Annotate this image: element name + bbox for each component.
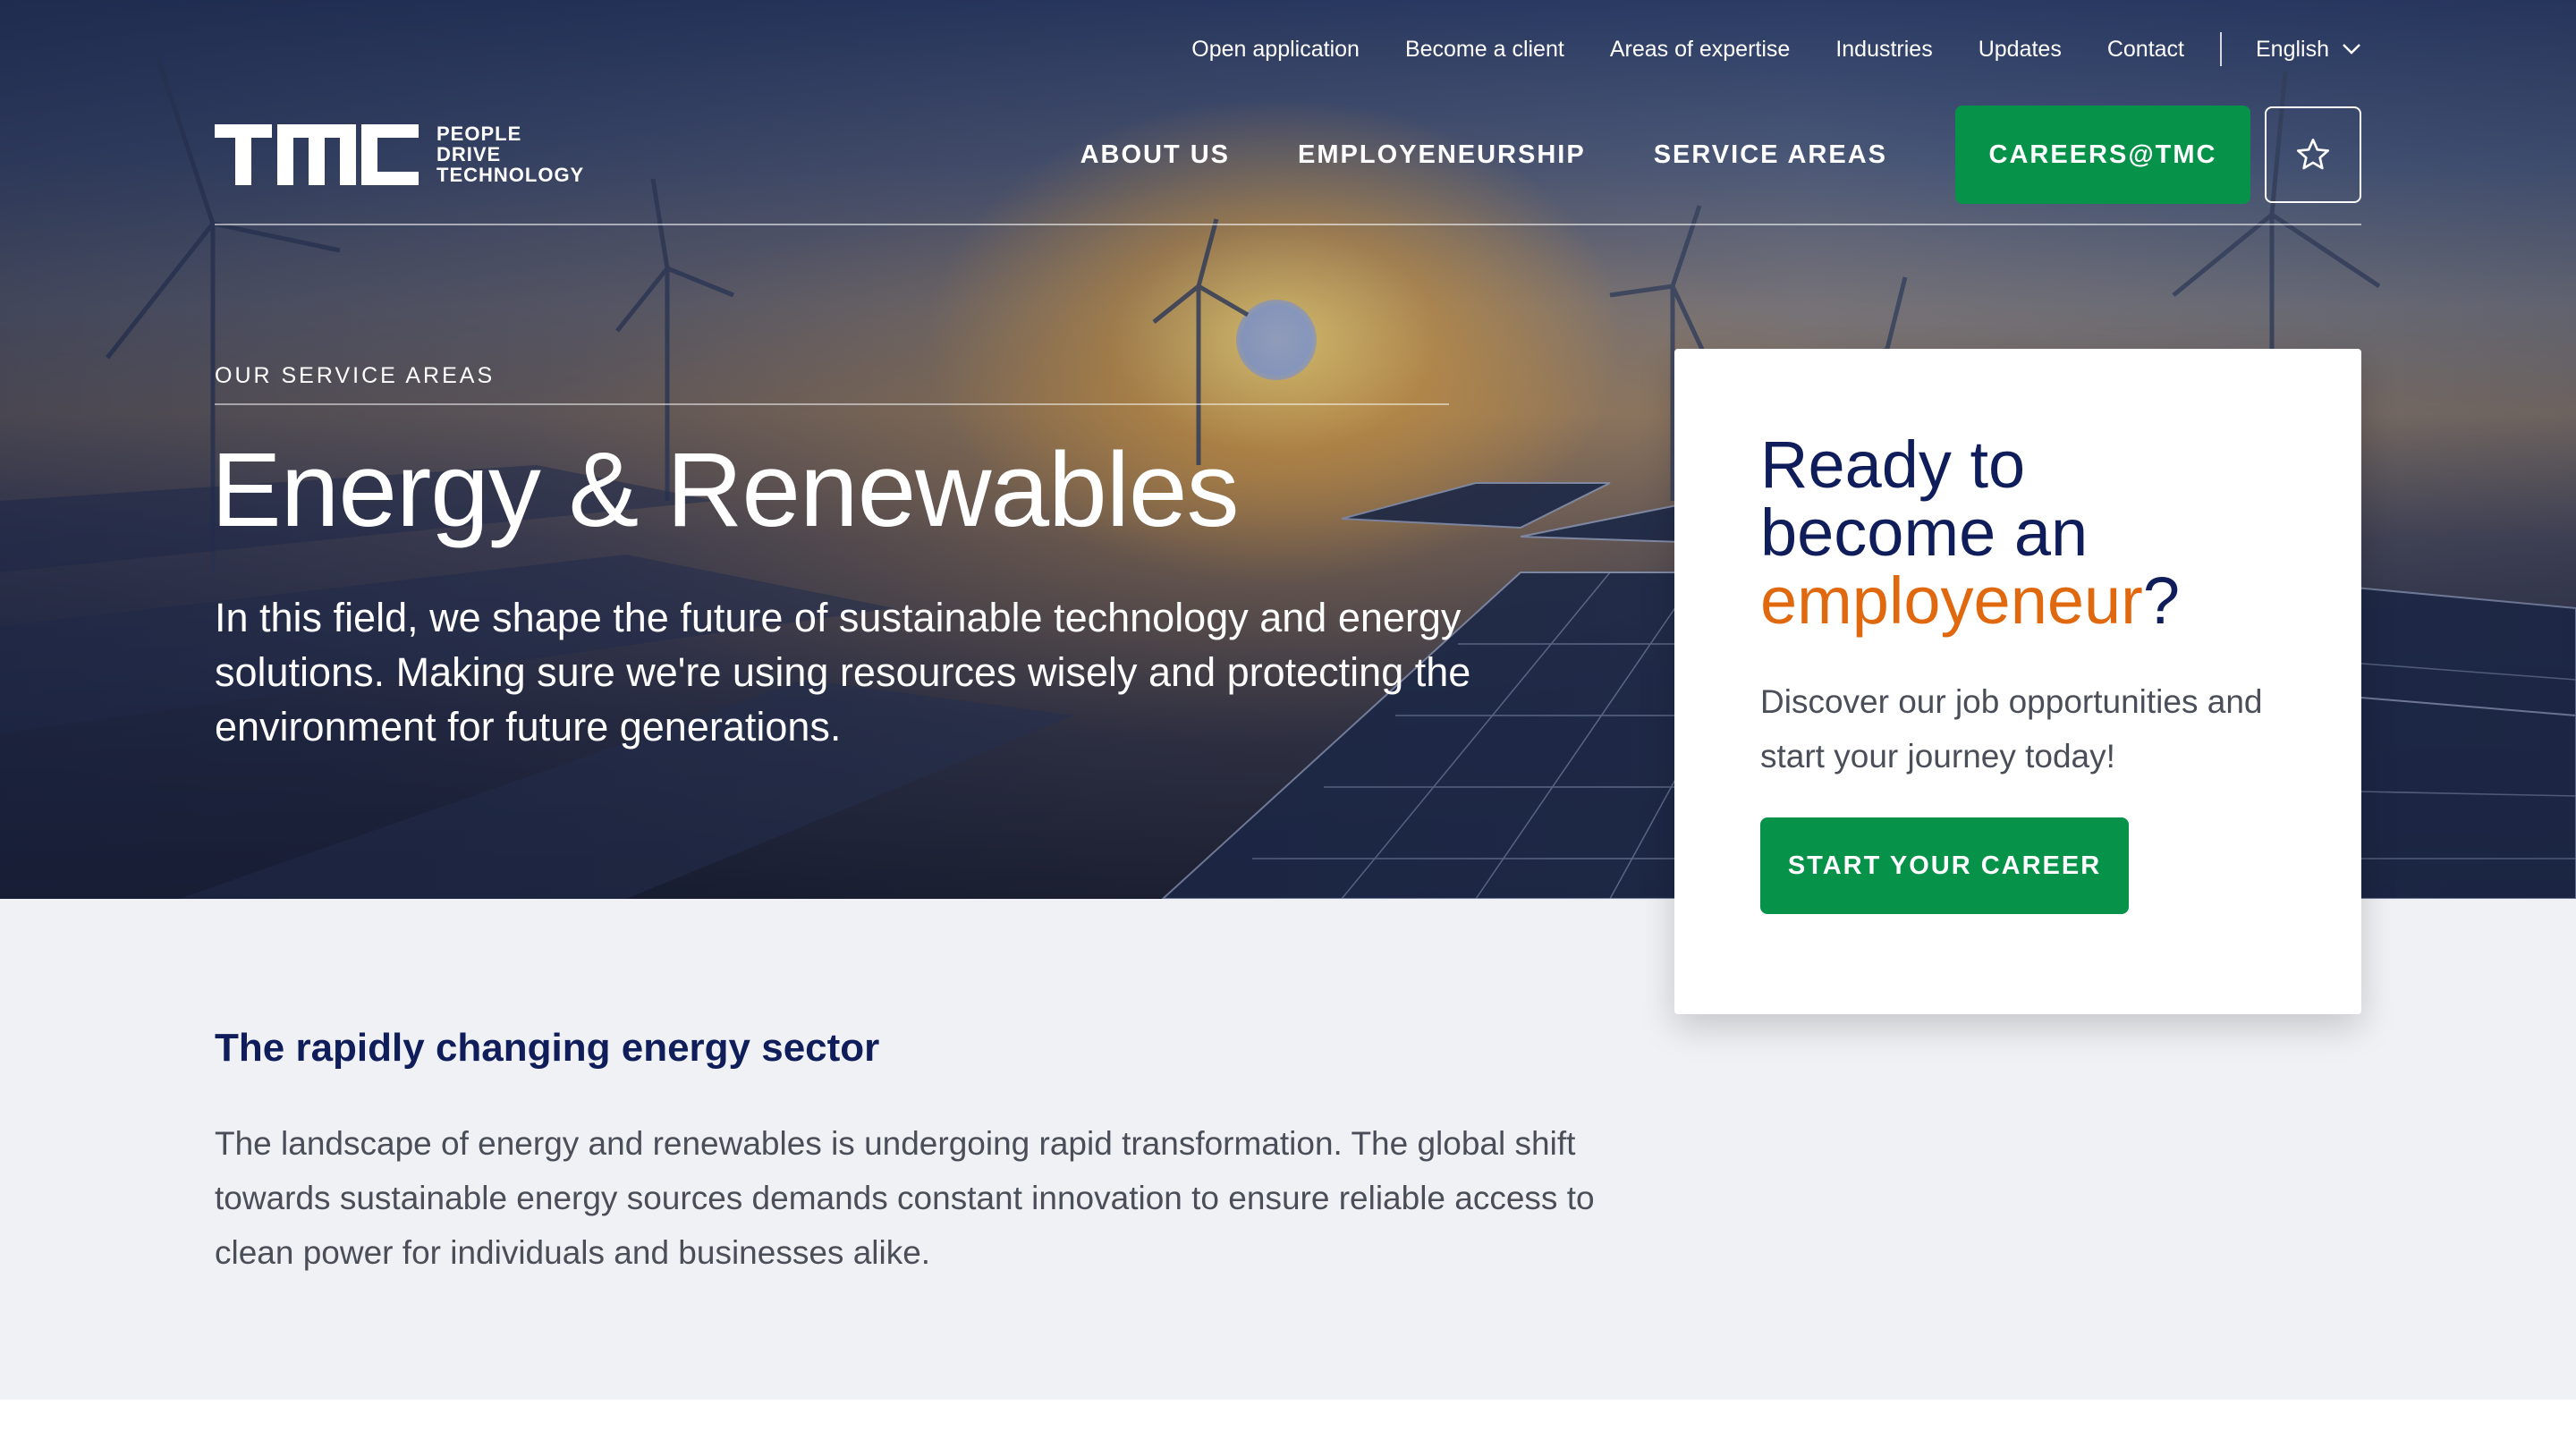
star-icon: [2297, 139, 2329, 170]
tmc-logo[interactable]: PEOPLE DRIVE TECHNOLOGY: [215, 123, 584, 185]
logo-tagline: PEOPLE DRIVE TECHNOLOGY: [436, 123, 584, 185]
tagline-line: TECHNOLOGY: [436, 164, 585, 186]
careers-button[interactable]: CAREERS@TMC: [1955, 106, 2250, 204]
language-selector[interactable]: English: [2256, 37, 2361, 63]
nav-become-client[interactable]: Become a client: [1405, 37, 1564, 63]
page-title: Energy & Renewables: [211, 431, 1240, 549]
nav-contact[interactable]: Contact: [2107, 37, 2184, 63]
header-divider: [215, 224, 2361, 225]
language-label: English: [2256, 36, 2329, 62]
nav-industries[interactable]: Industries: [1835, 37, 1932, 63]
hero-intro: In this field, we shape the future of su…: [215, 595, 1471, 749]
main-nav: ABOUT US EMPLOYENEURSHIP SERVICE AREAS C…: [1080, 106, 2361, 204]
chevron-down-icon: [2343, 44, 2360, 55]
nav-areas-of-expertise[interactable]: Areas of expertise: [1610, 37, 1791, 63]
card-title-line: Ready to: [1760, 428, 2026, 502]
tagline-line: PEOPLE: [436, 123, 522, 145]
card-title-accent: employeneur: [1760, 563, 2143, 638]
section-title: The rapidly changing energy sector: [215, 1026, 880, 1070]
card-title: Ready to become an employeneur?: [1760, 431, 2180, 635]
card-text: Discover our job opportunities and start…: [1760, 683, 2263, 775]
section-body: The landscape of energy and renewables i…: [215, 1125, 1595, 1271]
start-career-button[interactable]: START YOUR CAREER: [1760, 817, 2129, 914]
nav-service-areas[interactable]: SERVICE AREAS: [1654, 140, 1887, 170]
nav-about-us[interactable]: ABOUT US: [1080, 140, 1230, 170]
utility-nav: Open application Become a client Areas o…: [1191, 32, 2361, 66]
card-title-line: become an: [1760, 495, 2089, 570]
tagline-line: DRIVE: [436, 143, 502, 165]
career-cta-card: Ready to become an employeneur? Discover…: [1674, 349, 2361, 1014]
eyebrow-divider: [215, 403, 1449, 405]
nav-employeneurship[interactable]: EMPLOYENEURSHIP: [1298, 140, 1586, 170]
hero-eyebrow: OUR SERVICE AREAS: [215, 363, 496, 388]
nav-updates[interactable]: Updates: [1979, 37, 2062, 63]
nav-divider: [2220, 32, 2222, 66]
nav-open-application[interactable]: Open application: [1191, 37, 1360, 63]
card-title-end: ?: [2142, 563, 2180, 638]
tmc-wordmark: [215, 123, 419, 185]
favorites-button[interactable]: [2265, 106, 2361, 203]
